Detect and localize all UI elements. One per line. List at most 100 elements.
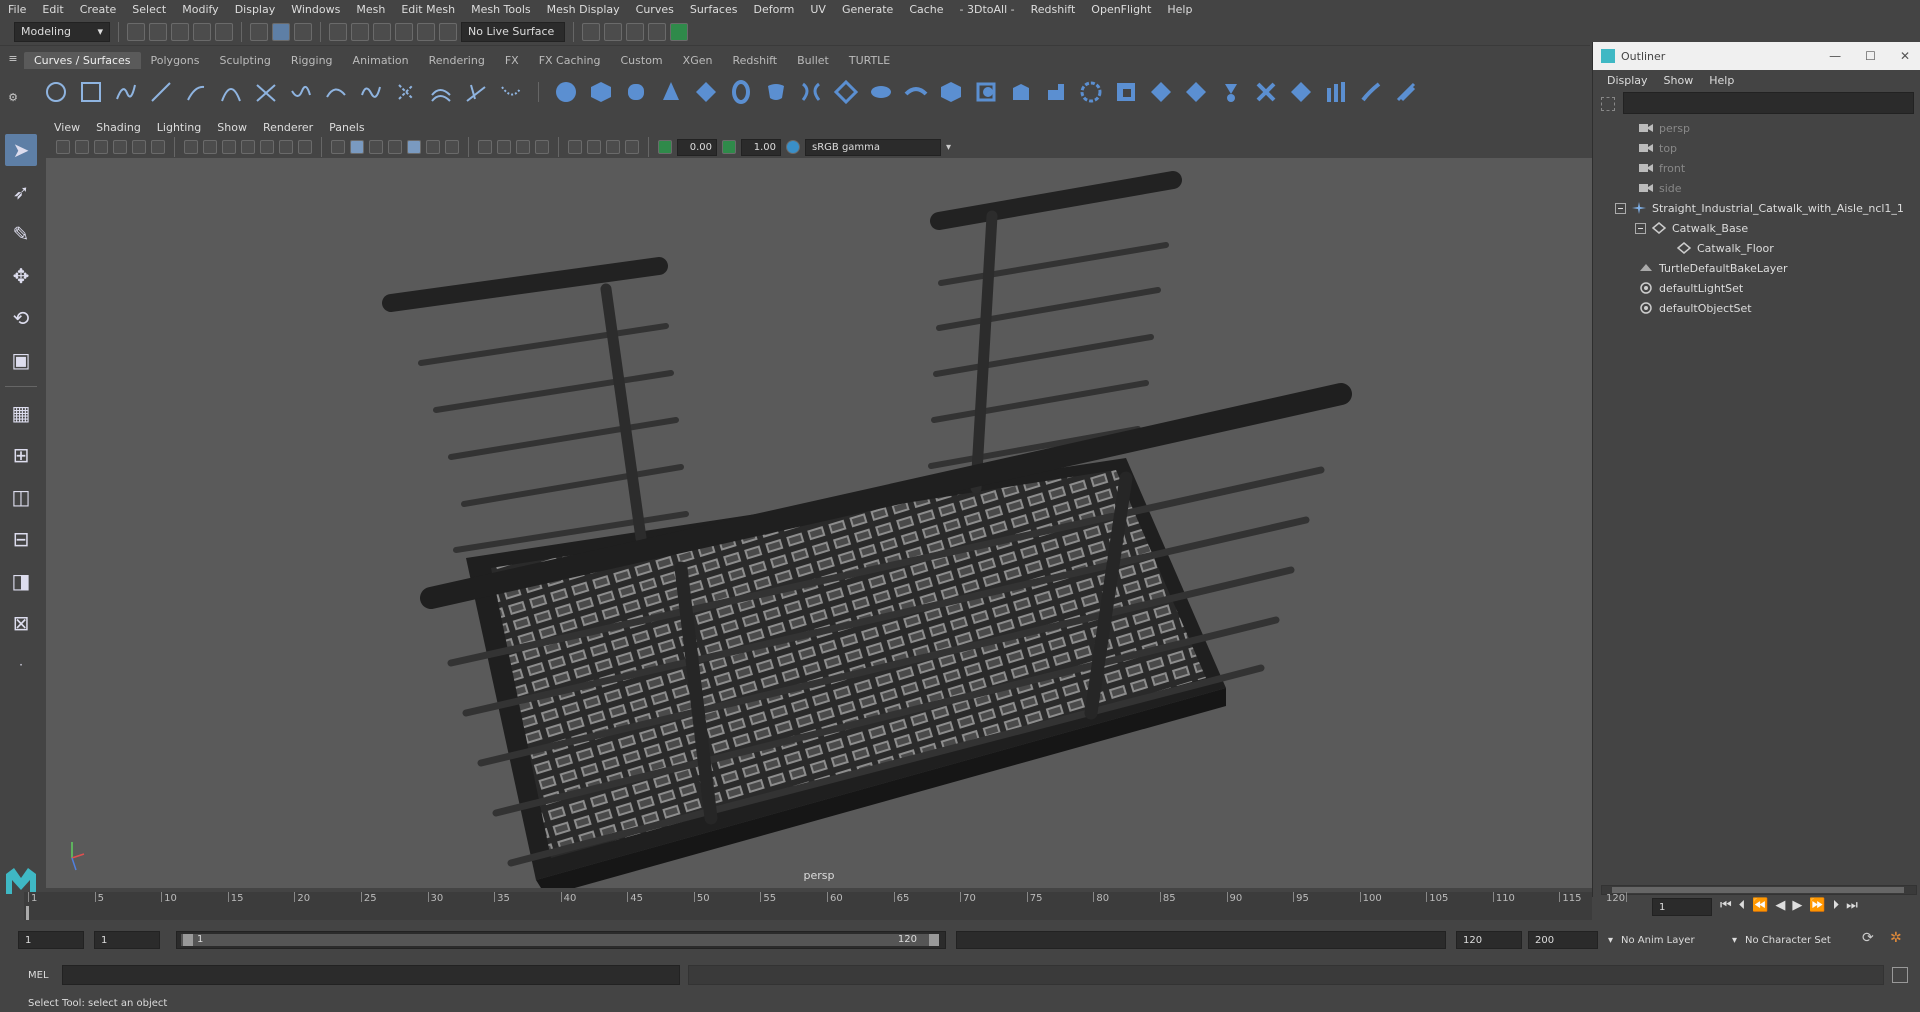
outliner-item[interactable]: side <box>1593 178 1920 198</box>
select-hierarchy-icon[interactable] <box>250 22 268 41</box>
menu-uv[interactable]: UV <box>802 3 834 16</box>
snap-view-plane-icon[interactable] <box>395 22 413 41</box>
character-set-dropdown[interactable]: ▾ No Character Set <box>1732 931 1862 949</box>
scrollbar-thumb[interactable] <box>1612 887 1904 893</box>
vp-menu-renderer[interactable]: Renderer <box>255 121 321 134</box>
outliner-item[interactable]: Catwalk_Base <box>1593 218 1920 238</box>
nurbs-torus-icon[interactable] <box>729 80 753 104</box>
loft-icon[interactable] <box>799 80 823 104</box>
smooth-shade-icon[interactable] <box>350 140 364 154</box>
menu-edit-mesh[interactable]: Edit Mesh <box>393 3 463 16</box>
more-layouts-icon[interactable]: · <box>5 649 37 681</box>
xray-components-icon[interactable] <box>625 140 639 154</box>
nurbs-cone-icon[interactable] <box>659 80 683 104</box>
field-chart-icon[interactable] <box>260 140 274 154</box>
color-management-icon[interactable] <box>786 140 800 154</box>
filter-icon[interactable] <box>1601 97 1615 111</box>
planar-icon[interactable] <box>834 80 858 104</box>
tab-curves-surfaces[interactable]: Curves / Surfaces <box>24 51 141 69</box>
insert-knot-icon[interactable] <box>359 80 383 104</box>
vp-menu-view[interactable]: View <box>46 121 88 134</box>
wireframe-on-shaded-icon[interactable] <box>388 140 402 154</box>
bezier-curve-icon[interactable] <box>254 80 278 104</box>
menu-edit[interactable]: Edit <box>34 3 71 16</box>
move-tool-icon[interactable]: ✥ <box>5 260 37 292</box>
outliner-item[interactable]: Catwalk_Floor <box>1593 238 1920 258</box>
isolate-select-icon[interactable] <box>568 140 582 154</box>
outliner-item[interactable]: TurtleDefaultBakeLayer <box>1593 258 1920 278</box>
viewport-persp[interactable]: persp <box>46 158 1592 888</box>
gamma-field[interactable]: 1.00 <box>741 138 781 156</box>
select-object-icon[interactable] <box>272 22 290 41</box>
untrim-icon[interactable] <box>1079 80 1103 104</box>
current-time-marker[interactable] <box>26 906 29 920</box>
exposure-icon[interactable] <box>658 140 672 154</box>
tab-fx-caching[interactable]: FX Caching <box>529 52 611 69</box>
select-tool-icon[interactable]: ➤ <box>5 134 37 166</box>
snap-point-icon[interactable] <box>373 22 391 41</box>
animation-end-field[interactable]: 200 <box>1528 931 1598 949</box>
outliner-scrollbar[interactable] <box>1601 885 1917 895</box>
outliner-persp-layout-icon[interactable]: ◨ <box>5 565 37 597</box>
paint-select-icon[interactable]: ✎ <box>5 218 37 250</box>
nurbs-plane-icon[interactable] <box>694 80 718 104</box>
step-back-icon[interactable]: ⏴ <box>1739 898 1746 913</box>
tab-fx[interactable]: FX <box>495 52 529 69</box>
menu-modify[interactable]: Modify <box>174 3 226 16</box>
snap-curve-icon[interactable] <box>351 22 369 41</box>
vp-menu-show[interactable]: Show <box>209 121 255 134</box>
attach-surfaces-icon[interactable] <box>1324 80 1348 104</box>
outliner-item[interactable]: defaultObjectSet <box>1593 298 1920 318</box>
step-forward-icon[interactable]: ⏵ <box>1833 898 1840 913</box>
menu-deform[interactable]: Deform <box>745 3 802 16</box>
view-transform-dropdown[interactable]: sRGB gamma <box>805 138 941 156</box>
rebuild-surface-icon[interactable] <box>1289 80 1313 104</box>
chevron-down-icon[interactable]: ▾ <box>946 142 951 153</box>
tab-bullet[interactable]: Bullet <box>787 52 839 69</box>
exposure-field[interactable]: 0.00 <box>677 138 717 156</box>
menu-generate[interactable]: Generate <box>834 3 901 16</box>
wireframe-icon[interactable] <box>331 140 345 154</box>
go-to-end-icon[interactable]: ⏭ <box>1846 898 1858 913</box>
script-language-label[interactable]: MEL <box>0 970 62 981</box>
outliner-item[interactable]: front <box>1593 158 1920 178</box>
play-backwards-icon[interactable]: ◀ <box>1775 898 1785 913</box>
time-slider[interactable]: 1 5 10 15 20 25 30 35 40 45 50 55 60 65 70 75 80 85 90 95 10… <box>24 892 1627 920</box>
single-view-layout-icon[interactable]: ▦ <box>5 397 37 429</box>
minimize-icon[interactable]: — <box>1829 49 1841 63</box>
motion-blur-icon[interactable] <box>497 140 511 154</box>
sculpt-brush-icon[interactable] <box>1359 80 1383 104</box>
snap-grid-icon[interactable] <box>329 22 347 41</box>
tab-polygons[interactable]: Polygons <box>141 52 210 69</box>
stitch-icon[interactable] <box>1219 80 1243 104</box>
arc-tool-icon[interactable] <box>219 80 243 104</box>
outliner-item[interactable]: defaultLightSet <box>1593 278 1920 298</box>
mode-dropdown[interactable]: Modeling ▾ <box>14 21 110 42</box>
open-scene-icon[interactable] <box>149 22 167 41</box>
step-back-key-icon[interactable]: ⏪ <box>1752 898 1768 913</box>
nurbs-cylinder-icon[interactable] <box>624 80 648 104</box>
sculpt-surface-icon[interactable] <box>1254 80 1278 104</box>
attach-curves-icon[interactable] <box>289 80 313 104</box>
vp-menu-panels[interactable]: Panels <box>321 121 372 134</box>
play-forwards-icon[interactable]: ▶ <box>1792 898 1802 913</box>
use-all-lights-icon[interactable] <box>426 140 440 154</box>
menu-mesh-tools[interactable]: Mesh Tools <box>463 3 539 16</box>
menu-redshift[interactable]: Redshift <box>1023 3 1084 16</box>
ep-curve-icon[interactable] <box>149 80 173 104</box>
custom-layout-icon[interactable]: ⊠ <box>5 607 37 639</box>
undo-icon[interactable] <box>193 22 211 41</box>
project-curve-icon[interactable] <box>1149 80 1173 104</box>
pencil-curve-icon[interactable] <box>184 80 208 104</box>
close-icon[interactable]: ✕ <box>1900 49 1910 63</box>
collapse-icon[interactable] <box>1615 202 1626 214</box>
camera-attributes-icon[interactable] <box>75 140 89 154</box>
menu-curves[interactable]: Curves <box>628 3 682 16</box>
intersect-icon[interactable] <box>1114 80 1138 104</box>
menu-mesh[interactable]: Mesh <box>348 3 393 16</box>
outliner-item[interactable]: top <box>1593 138 1920 158</box>
tab-rendering[interactable]: Rendering <box>419 52 495 69</box>
safe-action-icon[interactable] <box>279 140 293 154</box>
animation-start-field[interactable]: 1 <box>18 931 84 949</box>
menu-select[interactable]: Select <box>124 3 174 16</box>
